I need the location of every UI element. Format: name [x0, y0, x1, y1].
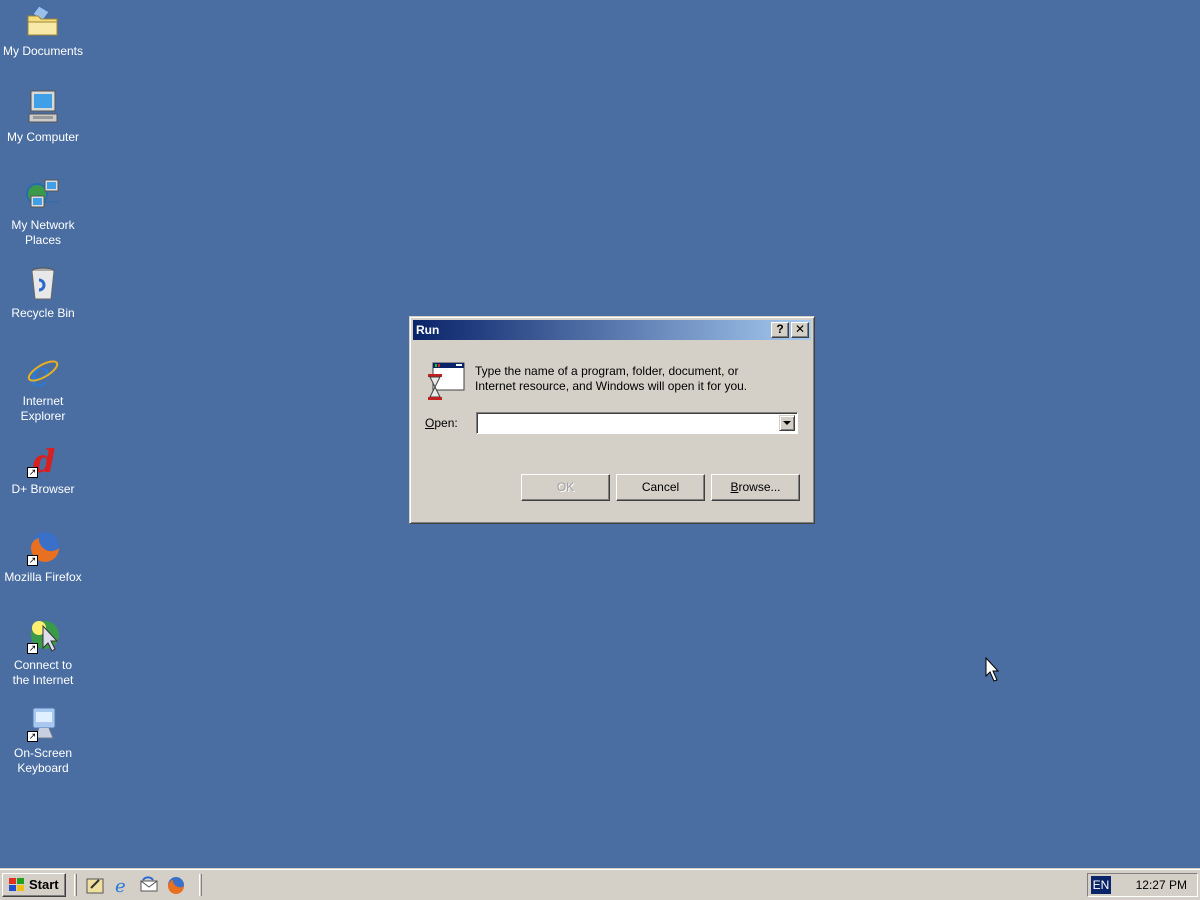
browse-label: rowse...: [738, 480, 781, 494]
computer-icon: [25, 90, 61, 126]
start-button[interactable]: Start: [2, 873, 66, 897]
desktop-icon-my-network-places[interactable]: My Network Places: [0, 178, 86, 248]
cancel-button[interactable]: Cancel: [616, 474, 705, 501]
toolbar-grip[interactable]: [74, 874, 77, 896]
open-label: Open:: [425, 416, 458, 430]
toolbar-grip[interactable]: [199, 874, 202, 896]
desktop-icon-internet-explorer[interactable]: e Internet Explorer: [0, 354, 86, 424]
mouse-cursor-icon: [985, 656, 1001, 686]
desktop-icon-mozilla-firefox[interactable]: ↗ Mozilla Firefox: [0, 530, 86, 585]
system-tray: EN 12:27 PM: [1087, 873, 1198, 897]
svg-text:e: e: [30, 355, 50, 390]
language-indicator[interactable]: EN: [1091, 876, 1111, 894]
desktop-icon-on-screen-keyboard[interactable]: ↗ On-Screen Keyboard: [0, 706, 86, 776]
desktop-icon-recycle-bin[interactable]: Recycle Bin: [0, 266, 86, 321]
icon-label: Internet: [22, 394, 64, 408]
icon-label: Places: [24, 233, 62, 247]
open-combobox[interactable]: [476, 412, 798, 434]
icon-label: Explorer: [20, 409, 66, 423]
shortcut-arrow-icon: ↗: [27, 731, 38, 742]
browse-button[interactable]: Browse...: [711, 474, 800, 501]
shortcut-arrow-icon: ↗: [27, 555, 38, 566]
browse-mnemonic: B: [730, 480, 739, 494]
desktop-icon-connect-to-internet[interactable]: ↗ Connect to the Internet: [0, 618, 86, 688]
internet-explorer-icon[interactable]: e: [113, 876, 131, 897]
d-plus-browser-icon: d ↗: [25, 442, 61, 480]
outlook-express-icon[interactable]: [140, 876, 158, 894]
firefox-icon: ↗: [25, 530, 61, 566]
recycle-bin-icon: [25, 266, 61, 302]
desktop-icon-my-computer[interactable]: My Computer: [0, 90, 86, 145]
icon-label: Mozilla Firefox: [4, 570, 82, 584]
icon-label: Keyboard: [17, 761, 69, 775]
run-dialog: Run ? ✕ Type the name of a program, fold…: [409, 316, 815, 524]
onscreen-keyboard-icon: ↗: [25, 706, 61, 742]
run-program-icon: [426, 362, 466, 402]
folder-documents-icon: [25, 4, 61, 40]
dialog-titlebar[interactable]: Run ? ✕: [413, 320, 811, 340]
shortcut-arrow-icon: ↗: [27, 467, 38, 478]
icon-label: the Internet: [12, 673, 74, 687]
icon-label: On-Screen: [13, 746, 73, 760]
show-desktop-icon[interactable]: [86, 876, 104, 894]
ok-button[interactable]: OK: [521, 474, 610, 501]
desktop-icon-my-documents[interactable]: My Documents: [0, 4, 86, 59]
icon-label: Connect to: [13, 658, 73, 672]
internet-explorer-icon: e: [25, 354, 61, 395]
dialog-title: Run: [416, 323, 440, 337]
svg-text:e: e: [115, 876, 126, 894]
clock[interactable]: 12:27 PM: [1136, 878, 1187, 892]
firefox-icon[interactable]: [167, 876, 185, 894]
icon-label: My Documents: [2, 44, 84, 58]
open-label-mnemonic: O: [425, 416, 435, 430]
network-icon: [25, 178, 61, 214]
icon-label: My Computer: [6, 130, 80, 144]
icon-label: Recycle Bin: [11, 306, 75, 320]
taskbar: Start e EN 12:27 PM: [0, 868, 1200, 900]
icon-label: D+ Browser: [11, 482, 75, 496]
description-line: Type the name of a program, folder, docu…: [475, 364, 739, 378]
windows-logo-icon: [7, 877, 25, 893]
start-label: Start: [29, 877, 59, 892]
dropdown-arrow-button[interactable]: [779, 415, 795, 431]
open-input[interactable]: [479, 415, 775, 431]
close-button[interactable]: ✕: [791, 322, 809, 338]
desktop-icon-d-plus-browser[interactable]: d ↗ D+ Browser: [0, 442, 86, 497]
icon-label: My Network: [11, 218, 75, 232]
connect-internet-icon: ↗: [25, 618, 61, 654]
dialog-description: Type the name of a program, folder, docu…: [475, 364, 795, 394]
help-button[interactable]: ?: [771, 322, 789, 338]
description-line: Internet resource, and Windows will open…: [475, 379, 748, 393]
open-label-text: pen:: [434, 416, 458, 430]
shortcut-arrow-icon: ↗: [27, 643, 38, 654]
